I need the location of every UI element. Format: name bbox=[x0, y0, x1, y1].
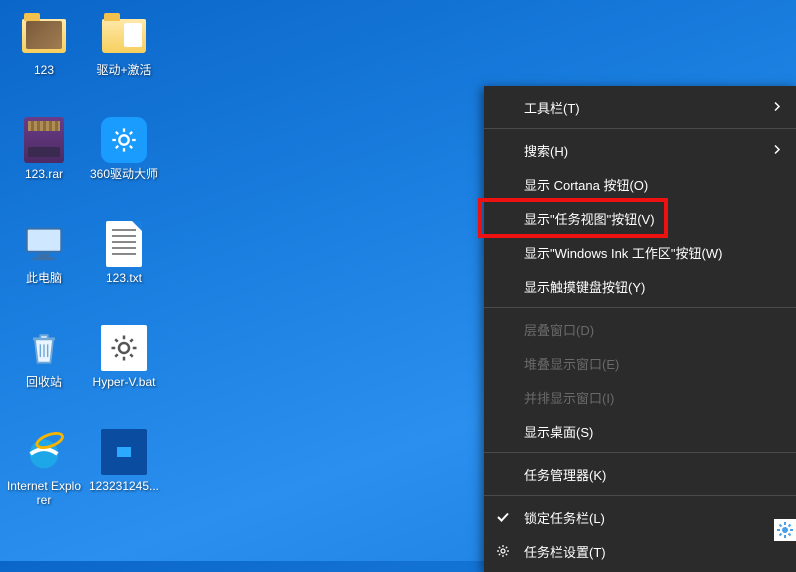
desktop: 123 驱动+激活 123.rar 360驱动大师 此电脑 bbox=[0, 0, 168, 532]
menu-item-label: 搜索(H) bbox=[524, 141, 568, 160]
menu-item-cortana-button[interactable]: 显示 Cortana 按钮(O) bbox=[484, 167, 796, 201]
batch-file-icon bbox=[100, 324, 148, 372]
desktop-icon-label: 123231245... bbox=[89, 480, 159, 494]
menu-item-toolbars[interactable]: 工具栏(T) bbox=[484, 90, 796, 124]
desktop-icon-rar[interactable]: 123.rar bbox=[4, 110, 84, 214]
desktop-icon-this-pc[interactable]: 此电脑 bbox=[4, 214, 84, 318]
menu-item-touch-keyboard-button[interactable]: 显示触摸键盘按钮(Y) bbox=[484, 269, 796, 303]
desktop-icon-grid: 123 驱动+激活 123.rar 360驱动大师 此电脑 bbox=[4, 6, 164, 526]
recycle-bin-icon bbox=[20, 324, 68, 372]
menu-item-stack-windows: 堆叠显示窗口(E) bbox=[484, 346, 796, 380]
menu-item-label: 任务管理器(K) bbox=[524, 465, 606, 484]
desktop-icon-txt[interactable]: 123.txt bbox=[84, 214, 164, 318]
desktop-icon-label: Internet Explorer bbox=[6, 480, 82, 508]
desktop-icon-ie[interactable]: Internet Explorer bbox=[4, 422, 84, 526]
menu-item-label: 锁定任务栏(L) bbox=[524, 508, 605, 527]
corner-gear-widget[interactable] bbox=[774, 519, 796, 541]
desktop-icon-shortcut[interactable]: 123231245... bbox=[84, 422, 164, 526]
desktop-icon-360driver[interactable]: 360驱动大师 bbox=[84, 110, 164, 214]
app-icon bbox=[100, 116, 148, 164]
menu-item-show-desktop[interactable]: 显示桌面(S) bbox=[484, 414, 796, 448]
internet-explorer-icon bbox=[20, 428, 68, 476]
gear-icon bbox=[777, 522, 793, 538]
desktop-icon-label: 123.rar bbox=[25, 168, 63, 182]
archive-icon bbox=[20, 116, 68, 164]
menu-separator bbox=[484, 128, 796, 129]
folder-icon bbox=[20, 12, 68, 60]
desktop-icon-folder-drivers[interactable]: 驱动+激活 bbox=[84, 6, 164, 110]
menu-separator bbox=[484, 307, 796, 308]
menu-item-label: 显示"任务视图"按钮(V) bbox=[524, 209, 655, 228]
chevron-right-icon bbox=[772, 143, 782, 158]
shortcut-icon bbox=[100, 428, 148, 476]
menu-item-label: 工具栏(T) bbox=[524, 98, 580, 117]
desktop-icon-label: 123 bbox=[34, 64, 54, 78]
menu-item-windows-ink-button[interactable]: 显示"Windows Ink 工作区"按钮(W) bbox=[484, 235, 796, 269]
taskbar-context-menu: 工具栏(T) 搜索(H) 显示 Cortana 按钮(O) 显示"任务视图"按钮… bbox=[484, 86, 796, 572]
desktop-icon-label: Hyper-V.bat bbox=[93, 376, 156, 390]
menu-item-label: 任务栏设置(T) bbox=[524, 542, 606, 561]
menu-item-taskbar-settings[interactable]: 任务栏设置(T) bbox=[484, 534, 796, 568]
menu-item-label: 显示"Windows Ink 工作区"按钮(W) bbox=[524, 243, 722, 262]
menu-item-label: 显示触摸键盘按钮(Y) bbox=[524, 277, 645, 296]
desktop-icon-label: 驱动+激活 bbox=[96, 64, 151, 78]
menu-item-side-by-side-windows: 并排显示窗口(I) bbox=[484, 380, 796, 414]
menu-item-label: 显示 Cortana 按钮(O) bbox=[524, 175, 648, 194]
menu-item-label: 并排显示窗口(I) bbox=[524, 388, 614, 407]
menu-item-cascade-windows: 层叠窗口(D) bbox=[484, 312, 796, 346]
desktop-icon-bat[interactable]: Hyper-V.bat bbox=[84, 318, 164, 422]
text-file-icon bbox=[100, 220, 148, 268]
menu-item-search[interactable]: 搜索(H) bbox=[484, 133, 796, 167]
desktop-icon-label: 此电脑 bbox=[26, 272, 62, 286]
desktop-icon-folder-123[interactable]: 123 bbox=[4, 6, 84, 110]
chevron-right-icon bbox=[772, 100, 782, 115]
computer-icon bbox=[20, 220, 68, 268]
desktop-icon-label: 回收站 bbox=[26, 376, 62, 390]
menu-item-label: 堆叠显示窗口(E) bbox=[524, 354, 619, 373]
desktop-icon-recycle-bin[interactable]: 回收站 bbox=[4, 318, 84, 422]
menu-item-task-view-button[interactable]: 显示"任务视图"按钮(V) bbox=[484, 201, 796, 235]
menu-item-label: 显示桌面(S) bbox=[524, 422, 593, 441]
menu-separator bbox=[484, 495, 796, 496]
folder-icon bbox=[100, 12, 148, 60]
gear-icon bbox=[496, 544, 510, 558]
menu-item-task-manager[interactable]: 任务管理器(K) bbox=[484, 457, 796, 491]
desktop-icon-label: 360驱动大师 bbox=[90, 168, 158, 182]
check-icon bbox=[496, 510, 510, 524]
menu-item-label: 层叠窗口(D) bbox=[524, 320, 594, 339]
desktop-icon-label: 123.txt bbox=[106, 272, 142, 286]
menu-separator bbox=[484, 452, 796, 453]
menu-item-lock-taskbar[interactable]: 锁定任务栏(L) bbox=[484, 500, 796, 534]
